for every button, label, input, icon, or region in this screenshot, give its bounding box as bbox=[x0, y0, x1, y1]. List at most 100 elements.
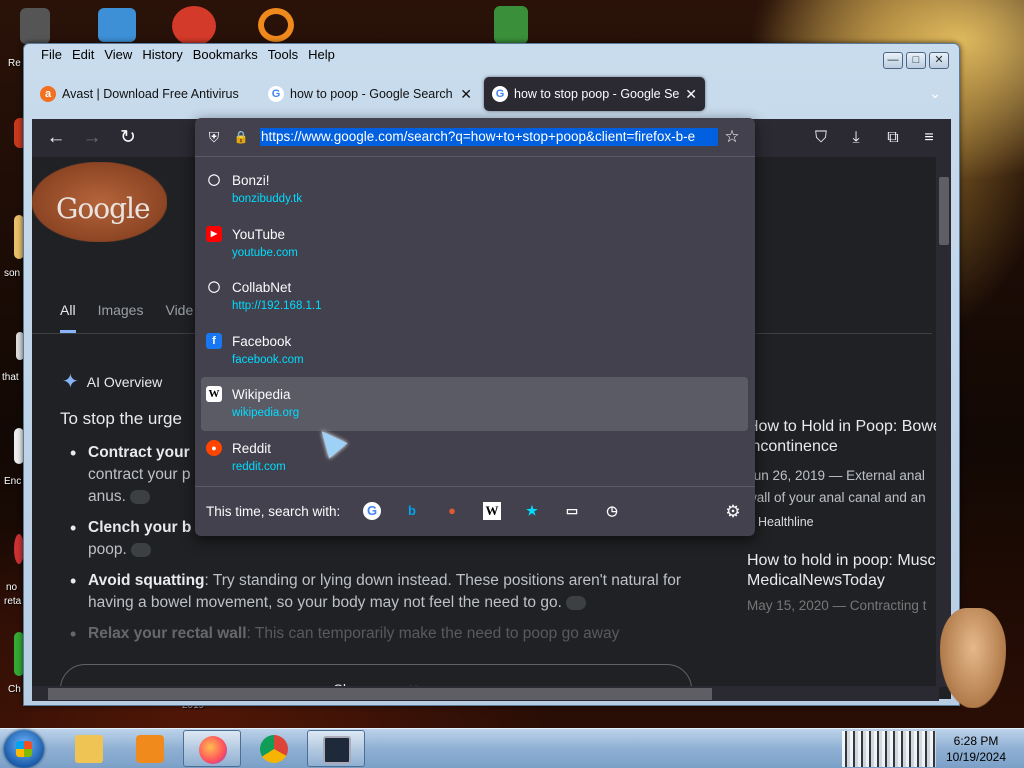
suggestion-url: bonzibuddy.tk bbox=[232, 193, 303, 205]
tabs-icon[interactable]: ▭ bbox=[563, 502, 581, 520]
link-icon[interactable] bbox=[129, 489, 150, 504]
chrome-icon bbox=[260, 735, 288, 763]
menu-edit[interactable]: Edit bbox=[67, 46, 99, 66]
suggestion-facebook[interactable]: f Facebook facebook.com bbox=[201, 324, 748, 378]
scrollbar-thumb[interactable] bbox=[939, 177, 949, 245]
menu-history[interactable]: History bbox=[137, 46, 187, 66]
taskbar-firefox[interactable] bbox=[183, 730, 241, 767]
google-icon[interactable]: G bbox=[363, 502, 381, 520]
menu-bookmarks[interactable]: Bookmarks bbox=[188, 46, 263, 66]
maximize-button[interactable]: □ bbox=[906, 52, 926, 69]
duckduckgo-icon[interactable]: ● bbox=[443, 502, 461, 520]
menu-view[interactable]: View bbox=[99, 46, 137, 66]
vertical-scrollbar[interactable] bbox=[936, 157, 951, 687]
suggestion-collabnet[interactable]: ◯ CollabNet http://192.168.1.1 bbox=[201, 270, 748, 324]
desktop-label-7[interactable]: Ch bbox=[8, 684, 21, 695]
close-tab-icon[interactable]: ✕ bbox=[685, 86, 697, 103]
url-input[interactable]: https://www.google.com/search?q=how+to+s… bbox=[260, 128, 718, 146]
history-icon[interactable]: ◷ bbox=[603, 502, 621, 520]
divider bbox=[195, 156, 755, 157]
avast-icon: a bbox=[40, 86, 56, 102]
pocket-icon[interactable]: ⛉ bbox=[810, 127, 832, 149]
item-text: contract your p bbox=[88, 466, 191, 483]
clock-time: 6:28 PM bbox=[953, 734, 999, 748]
side-result-title[interactable]: How to Hold in Poop: Bowel Incontinence bbox=[747, 417, 951, 457]
extensions-icon[interactable]: ⧉ bbox=[882, 127, 904, 149]
hamster-mascot-icon[interactable] bbox=[940, 608, 1006, 708]
suggestion-wikipedia[interactable]: W Wikipedia wikipedia.org bbox=[201, 377, 748, 431]
suggestion-reddit[interactable]: ● Reddit reddit.com bbox=[201, 431, 748, 485]
tab-how-to-poop[interactable]: G how to poop - Google Search ✕ bbox=[260, 77, 480, 111]
side-result[interactable]: How to hold in poop: Muscle MedicalNewsT… bbox=[747, 551, 951, 617]
side-result-title[interactable]: How to hold in poop: Muscle MedicalNewsT… bbox=[747, 551, 951, 591]
reload-icon[interactable]: ↻ bbox=[116, 126, 140, 150]
search-settings-icon[interactable]: ⚙ bbox=[723, 502, 743, 522]
app-menu-icon[interactable]: ≡ bbox=[918, 127, 940, 149]
reddit-icon: ● bbox=[206, 439, 222, 456]
tab-avast[interactable]: a Avast | Download Free Antivirus bbox=[32, 77, 260, 111]
desktop-icon-5[interactable] bbox=[494, 6, 528, 44]
item-heading: Relax your rectal wall bbox=[88, 625, 247, 642]
forward-icon[interactable]: → bbox=[80, 126, 104, 150]
suggestion-url: wikipedia.org bbox=[232, 407, 300, 419]
desktop-label-2[interactable]: son bbox=[4, 268, 20, 279]
one-off-search-bar: This time, search with: G b ● W ★ ▭ ◷ ⚙ bbox=[195, 486, 755, 536]
taskbar-media-player[interactable] bbox=[121, 730, 179, 767]
desktop-icon-1[interactable] bbox=[20, 8, 50, 44]
side-result[interactable]: How to Hold in Poop: Bowel Incontinence … bbox=[747, 417, 951, 529]
google-doodle[interactable]: Google bbox=[32, 162, 167, 242]
desktop-icon-3[interactable] bbox=[172, 6, 216, 46]
taskbar-chrome[interactable] bbox=[245, 730, 303, 767]
tab-title: how to poop - Google Search bbox=[290, 87, 453, 101]
menu-file[interactable]: File bbox=[36, 46, 67, 66]
bing-icon[interactable]: b bbox=[403, 502, 421, 520]
desktop-icon-2[interactable] bbox=[98, 8, 136, 42]
bookmarks-star-icon[interactable]: ★ bbox=[523, 502, 541, 520]
wikipedia-icon[interactable]: W bbox=[483, 502, 501, 520]
menu-help[interactable]: Help bbox=[303, 46, 340, 66]
globe-icon: ◯ bbox=[207, 281, 221, 293]
desktop-label-4[interactable]: Enc bbox=[4, 476, 21, 487]
tab-all[interactable]: All bbox=[60, 302, 76, 333]
horizontal-scrollbar[interactable] bbox=[32, 686, 939, 701]
list-all-tabs-icon[interactable]: ⌄ bbox=[929, 85, 941, 102]
google-icon: G bbox=[492, 86, 508, 102]
tab-images[interactable]: Images bbox=[98, 302, 144, 333]
tab-how-to-stop-poop[interactable]: G how to stop poop - Google Search ✕ bbox=[484, 77, 705, 111]
clock[interactable]: 6:28 PM 10/19/2024 bbox=[940, 733, 1012, 765]
suggestion-youtube[interactable]: ▶ YouTube youtube.com bbox=[201, 217, 748, 271]
downloads-icon[interactable]: ⤓ bbox=[845, 127, 867, 149]
start-button[interactable] bbox=[4, 730, 44, 768]
link-icon[interactable] bbox=[565, 595, 586, 610]
globe-icon: ◯ bbox=[207, 174, 221, 186]
lock-icon[interactable]: 🔒 bbox=[232, 128, 250, 146]
menu-tools[interactable]: Tools bbox=[263, 46, 303, 66]
window-controls: — □ ✕ bbox=[883, 52, 949, 69]
scrollbar-thumb[interactable] bbox=[48, 688, 712, 700]
close-window-button[interactable]: ✕ bbox=[929, 52, 949, 69]
suggestion-bonzi[interactable]: ◯ Bonzi! bonzibuddy.tk bbox=[201, 163, 748, 217]
item-heading: Clench your b bbox=[88, 519, 192, 536]
suggestion-title: Bonzi! bbox=[232, 173, 270, 188]
tab-videos[interactable]: Vide bbox=[165, 302, 193, 333]
bookmark-star-icon[interactable]: ☆ bbox=[723, 128, 741, 146]
taskbar-app-window[interactable] bbox=[307, 730, 365, 767]
tracking-shield-icon[interactable]: ⛨ bbox=[205, 128, 223, 146]
list-item: Relax your rectal wall: This can tempora… bbox=[70, 623, 708, 645]
desktop-label-5[interactable]: no bbox=[6, 582, 17, 593]
desktop-label-1[interactable]: Re bbox=[8, 58, 21, 69]
system-tray[interactable] bbox=[842, 731, 936, 767]
desktop-label-3[interactable]: that bbox=[2, 372, 19, 383]
link-icon[interactable] bbox=[130, 542, 151, 557]
desktop-label-6[interactable]: reta bbox=[4, 596, 21, 607]
ai-overview-header: ✦ AI Overview bbox=[62, 369, 162, 394]
url-bar[interactable]: ⛨ 🔒 https://www.google.com/search?q=how+… bbox=[195, 118, 755, 156]
tab-title: how to stop poop - Google Search bbox=[514, 87, 680, 101]
desktop-icon-4[interactable] bbox=[258, 8, 294, 42]
taskbar-explorer[interactable] bbox=[60, 730, 118, 767]
close-tab-icon[interactable]: ✕ bbox=[460, 86, 472, 103]
search-type-tabs: All Images Vide bbox=[60, 302, 193, 333]
suggestion-url: youtube.com bbox=[232, 246, 298, 259]
back-icon[interactable]: ← bbox=[44, 126, 68, 150]
minimize-button[interactable]: — bbox=[883, 52, 903, 69]
